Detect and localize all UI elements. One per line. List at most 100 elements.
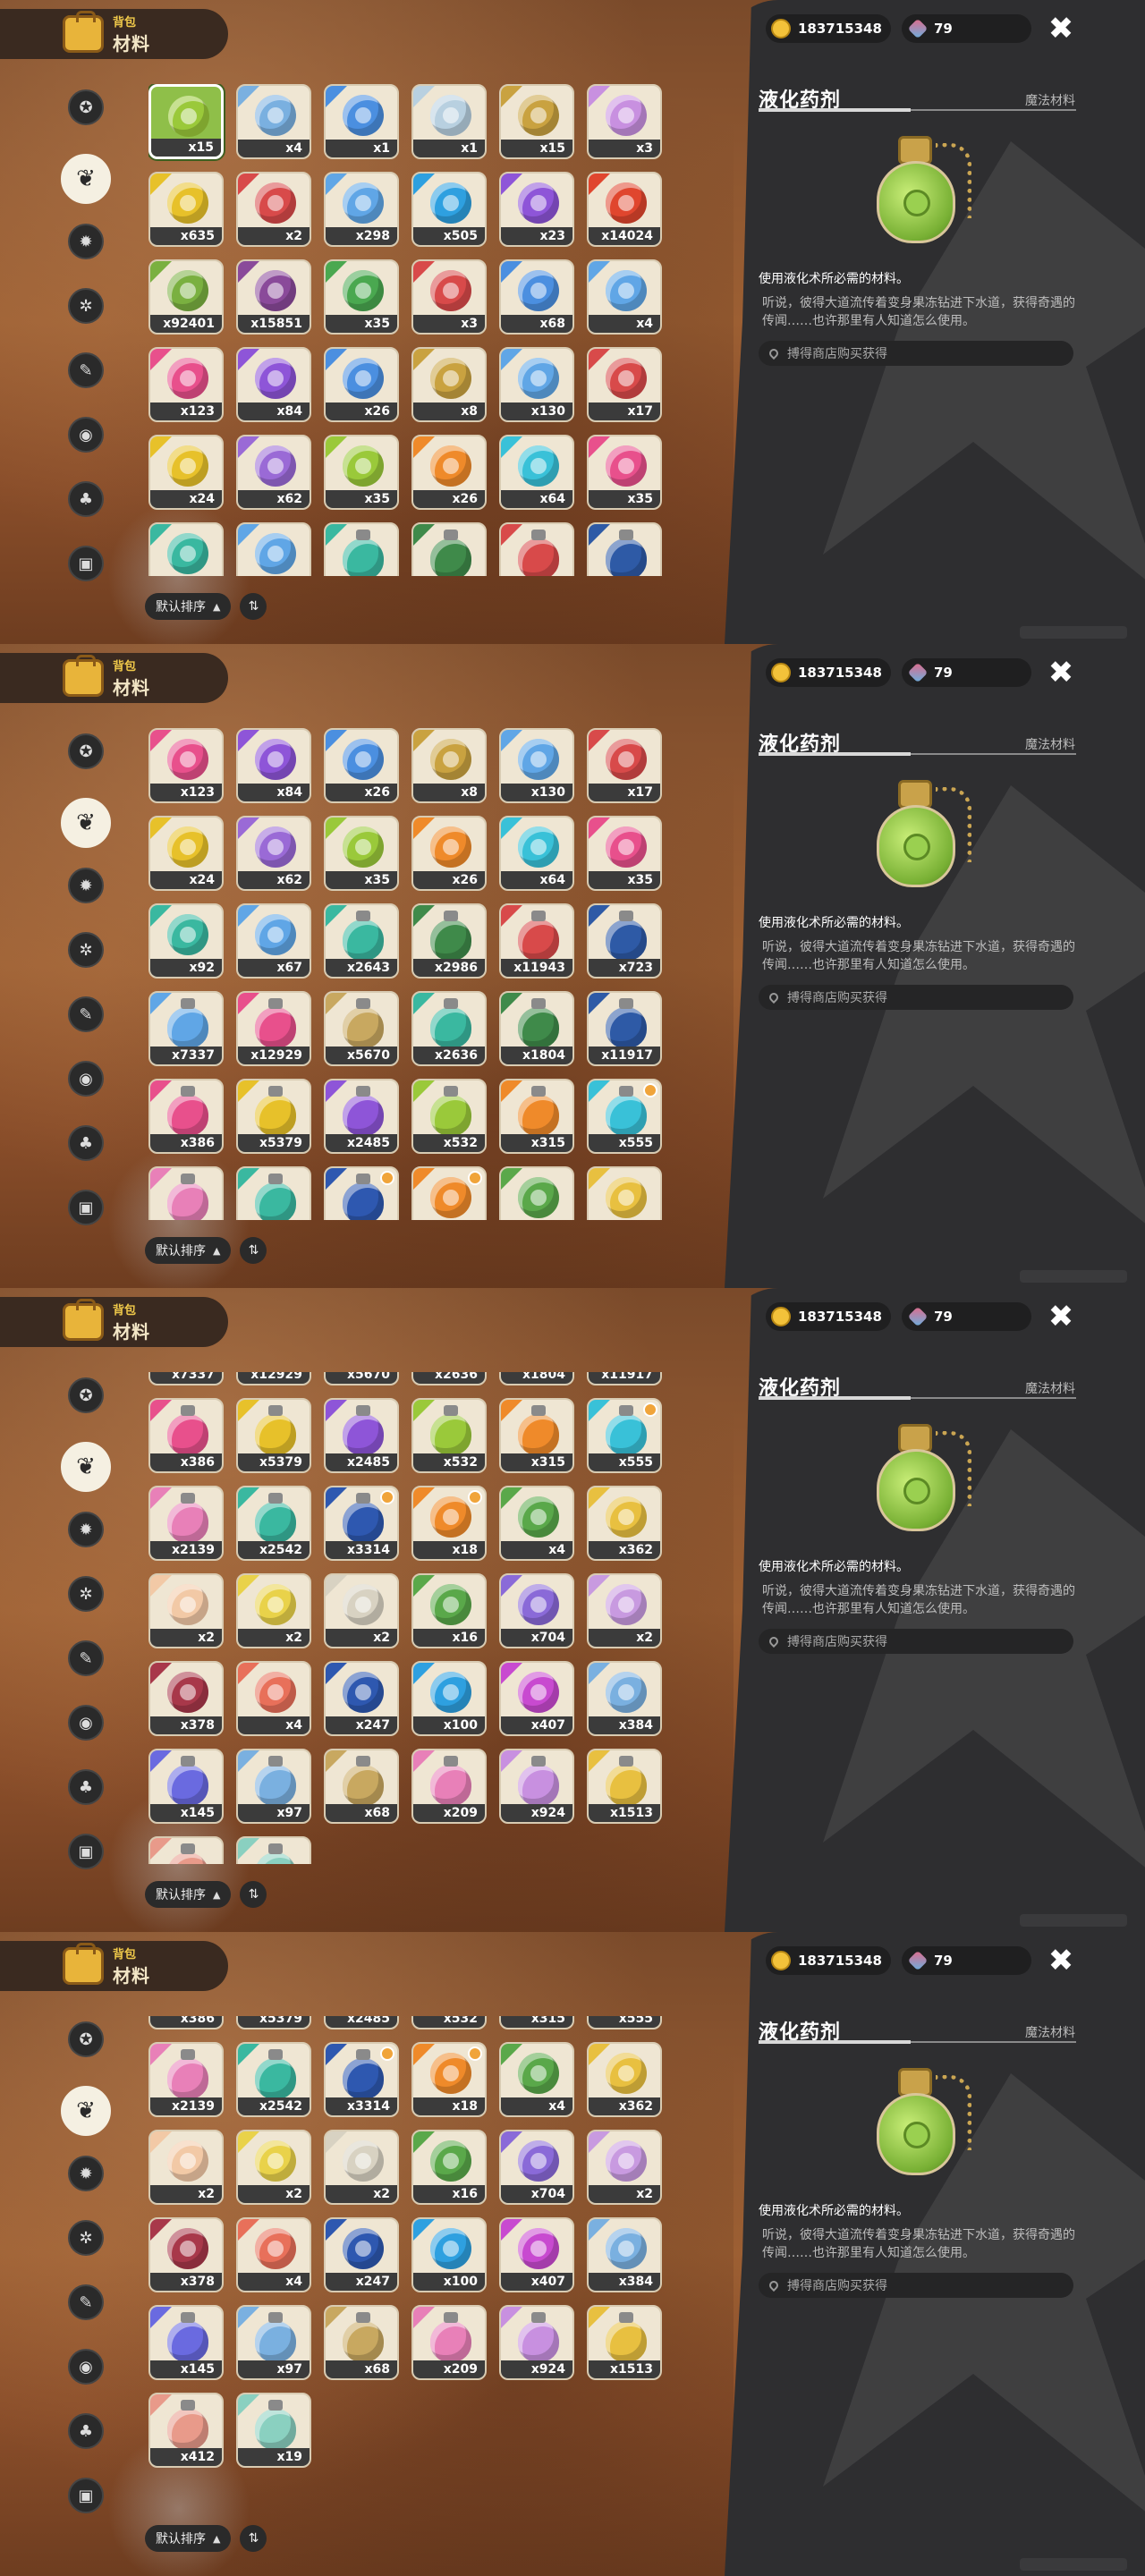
item-slot[interactable]: x635 bbox=[148, 172, 224, 247]
item-slot[interactable]: x130 bbox=[499, 347, 574, 422]
item-grid[interactable]: x15x4x1x1x15x3x635x2x298x505x23x14024x92… bbox=[148, 1372, 676, 1864]
item-slot[interactable]: x924 bbox=[499, 1749, 574, 1825]
item-slot[interactable]: x1513 bbox=[587, 2305, 662, 2381]
reverse-sort-button[interactable]: ⇅ bbox=[240, 2525, 267, 2552]
item-slot[interactable]: x92401 bbox=[148, 259, 224, 335]
item-slot[interactable]: x2542 bbox=[236, 1486, 311, 1562]
item-slot[interactable]: x723 bbox=[587, 903, 662, 979]
scroll-category-tab[interactable]: ✎ bbox=[68, 996, 104, 1032]
item-slot[interactable]: x68 bbox=[324, 1749, 399, 1825]
star-category-tab[interactable]: ✪ bbox=[68, 89, 104, 125]
item-slot[interactable]: x2636 bbox=[411, 991, 487, 1066]
item-slot[interactable]: x84 bbox=[236, 728, 311, 803]
item-slot[interactable]: x68 bbox=[324, 2305, 399, 2381]
leaf-category-tab[interactable]: ❦ bbox=[61, 1442, 111, 1492]
item-slot[interactable]: x4 bbox=[499, 2042, 574, 2118]
item-slot[interactable]: x26 bbox=[411, 816, 487, 891]
item-slot[interactable]: x2485 bbox=[324, 1079, 399, 1154]
item-slot[interactable]: x362 bbox=[587, 1166, 662, 1220]
item-slot[interactable]: x92 bbox=[148, 522, 224, 576]
item-slot[interactable]: x26 bbox=[411, 435, 487, 510]
item-slot[interactable]: x2 bbox=[236, 1573, 311, 1649]
gear-category-tab[interactable]: ✹ bbox=[68, 224, 104, 259]
chest-category-tab[interactable]: ▣ bbox=[68, 2478, 104, 2513]
item-slot[interactable]: x2139 bbox=[148, 1486, 224, 1562]
item-slot[interactable]: x12929 bbox=[236, 991, 311, 1066]
item-slot[interactable]: x14024 bbox=[587, 172, 662, 247]
item-slot[interactable]: x2139 bbox=[148, 2042, 224, 2118]
item-slot[interactable]: x362 bbox=[587, 2042, 662, 2118]
item-slot[interactable]: x16 bbox=[411, 2130, 487, 2206]
item-slot[interactable]: x407 bbox=[499, 1661, 574, 1737]
item-slot[interactable]: x5670 bbox=[324, 1372, 399, 1386]
acorn-category-tab[interactable]: ♣ bbox=[68, 1769, 104, 1805]
item-slot[interactable]: x2 bbox=[236, 172, 311, 247]
item-slot[interactable]: x2485 bbox=[324, 2016, 399, 2030]
item-slot[interactable]: x412 bbox=[148, 1836, 224, 1864]
item-slot[interactable]: x1 bbox=[324, 84, 399, 159]
item-slot[interactable]: x19 bbox=[236, 2393, 311, 2469]
item-slot[interactable]: x555 bbox=[587, 1398, 662, 1474]
item-slot[interactable]: x407 bbox=[499, 2217, 574, 2293]
chest-category-tab[interactable]: ▣ bbox=[68, 1190, 104, 1225]
item-slot[interactable]: x4 bbox=[499, 1166, 574, 1220]
item-slot[interactable]: x130 bbox=[499, 728, 574, 803]
item-slot[interactable]: x532 bbox=[411, 1398, 487, 1474]
item-slot[interactable]: x64 bbox=[499, 435, 574, 510]
item-slot[interactable]: x16 bbox=[411, 1573, 487, 1649]
sort-dropdown[interactable]: 默认排序 ▲ bbox=[145, 593, 232, 620]
item-slot[interactable]: x35 bbox=[324, 435, 399, 510]
reverse-sort-button[interactable]: ⇅ bbox=[240, 593, 267, 620]
globe-category-tab[interactable]: ◉ bbox=[68, 2349, 104, 2385]
item-slot[interactable]: x145 bbox=[148, 2305, 224, 2381]
item-slot[interactable]: x2 bbox=[587, 2130, 662, 2206]
item-slot[interactable]: x4 bbox=[587, 259, 662, 335]
item-slot[interactable]: x247 bbox=[324, 1661, 399, 1737]
item-slot[interactable]: x62 bbox=[236, 435, 311, 510]
item-slot[interactable]: x35 bbox=[587, 435, 662, 510]
item-slot[interactable]: x5670 bbox=[324, 991, 399, 1066]
item-slot[interactable]: x386 bbox=[148, 1079, 224, 1154]
item-slot[interactable]: x4 bbox=[236, 1661, 311, 1737]
item-slot[interactable]: x209 bbox=[411, 2305, 487, 2381]
bug-category-tab[interactable]: ✲ bbox=[68, 932, 104, 968]
item-slot[interactable]: x1 bbox=[411, 84, 487, 159]
chest-category-tab[interactable]: ▣ bbox=[68, 546, 104, 581]
item-slot[interactable]: x2 bbox=[148, 2130, 224, 2206]
item-slot[interactable]: x62 bbox=[236, 816, 311, 891]
item-slot[interactable]: x123 bbox=[148, 728, 224, 803]
item-slot[interactable]: x315 bbox=[499, 1398, 574, 1474]
item-slot[interactable]: x24 bbox=[148, 816, 224, 891]
gear-category-tab[interactable]: ✹ bbox=[68, 2156, 104, 2191]
item-slot[interactable]: x386 bbox=[148, 1398, 224, 1474]
item-slot[interactable]: x386 bbox=[148, 2016, 224, 2030]
item-slot[interactable]: x24 bbox=[148, 435, 224, 510]
item-slot[interactable]: x12929 bbox=[236, 1372, 311, 1386]
close-button[interactable]: ✖ bbox=[1045, 13, 1077, 45]
item-slot[interactable]: x555 bbox=[587, 1079, 662, 1154]
item-slot[interactable]: x7337 bbox=[148, 1372, 224, 1386]
item-slot[interactable]: x11917 bbox=[587, 991, 662, 1066]
bug-category-tab[interactable]: ✲ bbox=[68, 2220, 104, 2256]
item-slot[interactable]: x123 bbox=[148, 347, 224, 422]
item-slot[interactable]: x2986 bbox=[411, 522, 487, 576]
item-slot[interactable]: x3 bbox=[587, 84, 662, 159]
item-slot[interactable]: x35 bbox=[587, 816, 662, 891]
item-slot[interactable]: x2542 bbox=[236, 1166, 311, 1220]
item-slot[interactable]: x362 bbox=[587, 1486, 662, 1562]
leaf-category-tab[interactable]: ❦ bbox=[61, 2086, 111, 2136]
sort-dropdown[interactable]: 默认排序 ▲ bbox=[145, 1881, 232, 1908]
item-slot[interactable]: x2 bbox=[587, 1573, 662, 1649]
item-slot[interactable]: x555 bbox=[587, 2016, 662, 2030]
sort-dropdown[interactable]: 默认排序 ▲ bbox=[145, 2525, 232, 2552]
item-slot[interactable]: x3314 bbox=[324, 1486, 399, 1562]
item-slot[interactable]: x2 bbox=[324, 1573, 399, 1649]
item-slot[interactable]: x1804 bbox=[499, 991, 574, 1066]
item-slot[interactable]: x315 bbox=[499, 1079, 574, 1154]
item-slot[interactable]: x4 bbox=[236, 84, 311, 159]
item-slot[interactable]: x15 bbox=[499, 84, 574, 159]
item-slot[interactable]: x384 bbox=[587, 1661, 662, 1737]
item-slot[interactable]: x505 bbox=[411, 172, 487, 247]
item-slot[interactable]: x3 bbox=[411, 259, 487, 335]
item-slot[interactable]: x100 bbox=[411, 1661, 487, 1737]
